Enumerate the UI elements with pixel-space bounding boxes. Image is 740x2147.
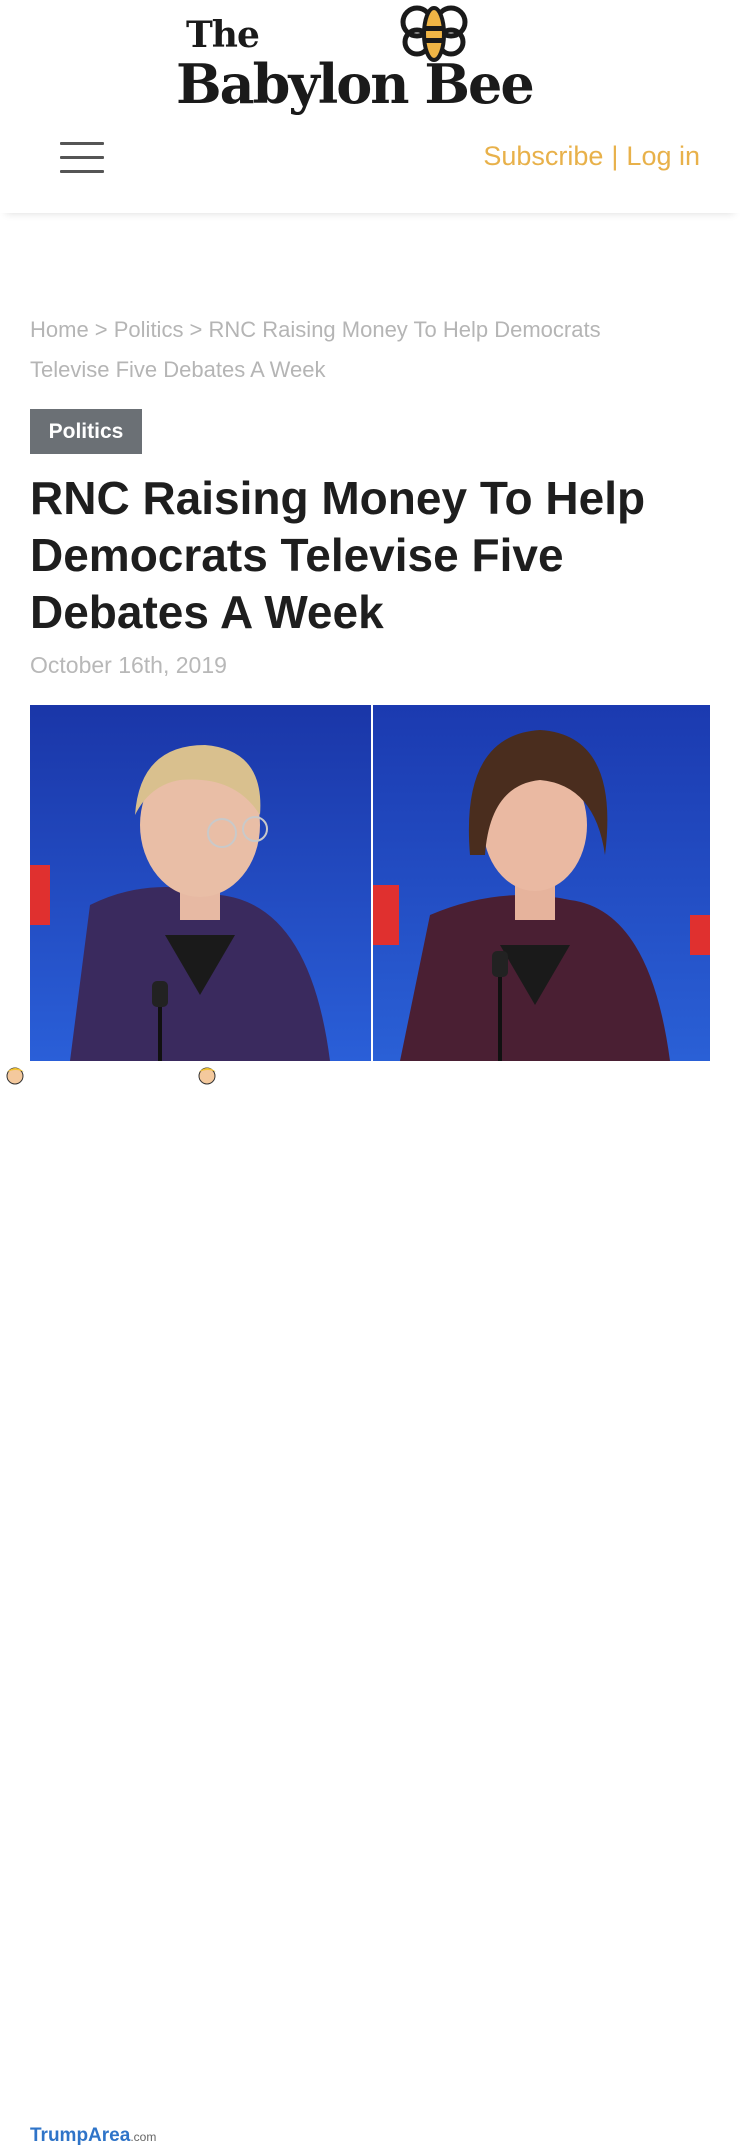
auth-separator: | xyxy=(611,141,619,171)
watermark-suffix: .com xyxy=(130,2130,157,2144)
hamburger-menu-icon[interactable] xyxy=(60,140,104,174)
site-header: Subscribe | Log in xyxy=(0,125,740,213)
bee-logo-icon xyxy=(400,5,468,62)
article-title: RNC Raising Money To Help Democrats Tele… xyxy=(30,472,646,638)
category-badge[interactable]: Politics xyxy=(30,409,142,454)
subscribe-link[interactable]: Subscribe xyxy=(483,141,603,171)
login-link[interactable]: Log in xyxy=(626,141,700,171)
trump-face-icon xyxy=(6,1067,24,1085)
article-date: October 16th, 2019 xyxy=(30,652,227,678)
breadcrumb[interactable]: Home > Politics > RNC Raising Money To H… xyxy=(30,310,670,390)
site-logo[interactable]: The Babylon Bee xyxy=(0,0,740,125)
watermark: TrumpArea.com xyxy=(30,2125,156,2147)
auth-links: Subscribe | Log in xyxy=(483,141,700,172)
logo-text-main: Babylon Bee xyxy=(176,52,535,116)
logo-text-the: The xyxy=(186,14,260,56)
trump-face-icon xyxy=(198,1067,216,1085)
watermark-brand: TrumpArea xyxy=(30,2125,131,2146)
watermark-bar: TrumpArea.com xyxy=(0,1062,740,2146)
article-hero-image xyxy=(30,705,710,1061)
